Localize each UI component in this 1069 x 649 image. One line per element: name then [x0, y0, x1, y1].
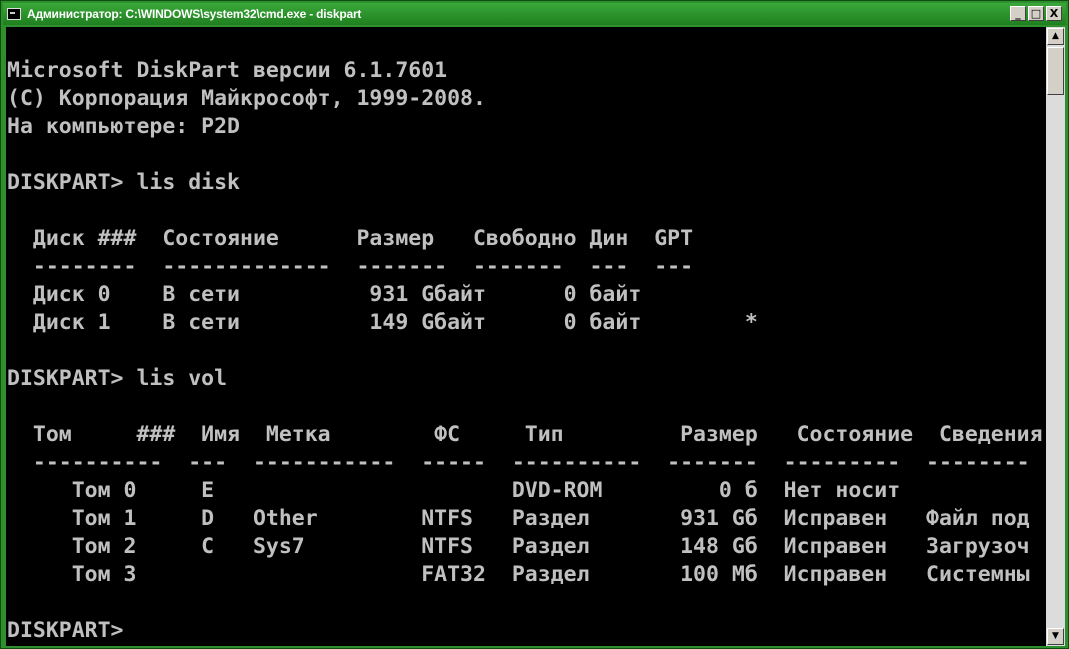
console-text: Microsoft DiskPart версии 6.1.7601 (C) Ко… [6, 27, 1046, 645]
console-line: Том ### Имя Метка ФС Тип Размер Состояни… [7, 422, 1043, 447]
window-controls: _ □ X [1010, 6, 1062, 21]
scroll-down-button[interactable]: ▼ [1047, 628, 1064, 645]
console-line: На компьютере: P2D [7, 114, 240, 139]
close-button[interactable]: X [1046, 6, 1062, 21]
console-line: DISKPART> lis vol [7, 366, 228, 391]
vertical-scrollbar[interactable]: ▲ ▼ [1046, 27, 1065, 646]
console-line: Диск ### Состояние Размер Свободно Дин G… [7, 226, 694, 251]
console-line: Том 3 FAT32 Раздел 100 Мб Исправен Систе… [7, 562, 1030, 587]
scroll-up-button[interactable]: ▲ [1047, 28, 1064, 45]
console-line: Том 1 D Other NTFS Раздел 931 Gб Исправе… [7, 506, 1030, 531]
cmd-window: Администратор: C:\WINDOWS\system32\cmd.e… [0, 0, 1069, 649]
title-bar[interactable]: Администратор: C:\WINDOWS\system32\cmd.e… [3, 3, 1066, 25]
scroll-thumb[interactable] [1047, 47, 1064, 95]
console-line: ---------- --- ----------- ----- -------… [7, 450, 1030, 475]
console-line: -------- ------------- ------- ------- -… [7, 254, 694, 279]
minimize-button[interactable]: _ [1010, 6, 1026, 21]
maximize-button[interactable]: □ [1028, 6, 1044, 21]
console-line: DISKPART> lis disk [7, 170, 240, 195]
console-output[interactable]: Microsoft DiskPart версии 6.1.7601 (C) Ко… [6, 27, 1046, 646]
console-line: DISKPART> [7, 618, 124, 643]
window-title: Администратор: C:\WINDOWS\system32\cmd.e… [27, 7, 362, 21]
console-line: Том 0 E DVD-ROM 0 б Нет носит [7, 478, 901, 503]
console-line: Microsoft DiskPart версии 6.1.7601 [7, 58, 448, 83]
console-line: Том 2 C Sys7 NTFS Раздел 148 Gб Исправен… [7, 534, 1030, 559]
console-line: Диск 1 В сети 149 Gбайт 0 байт * [7, 310, 758, 335]
console-line: Диск 0 В сети 931 Gбайт 0 байт [7, 282, 642, 307]
cmd-icon[interactable] [7, 8, 21, 20]
console-line: (C) Корпорация Майкрософт, 1999-2008. [7, 86, 486, 111]
